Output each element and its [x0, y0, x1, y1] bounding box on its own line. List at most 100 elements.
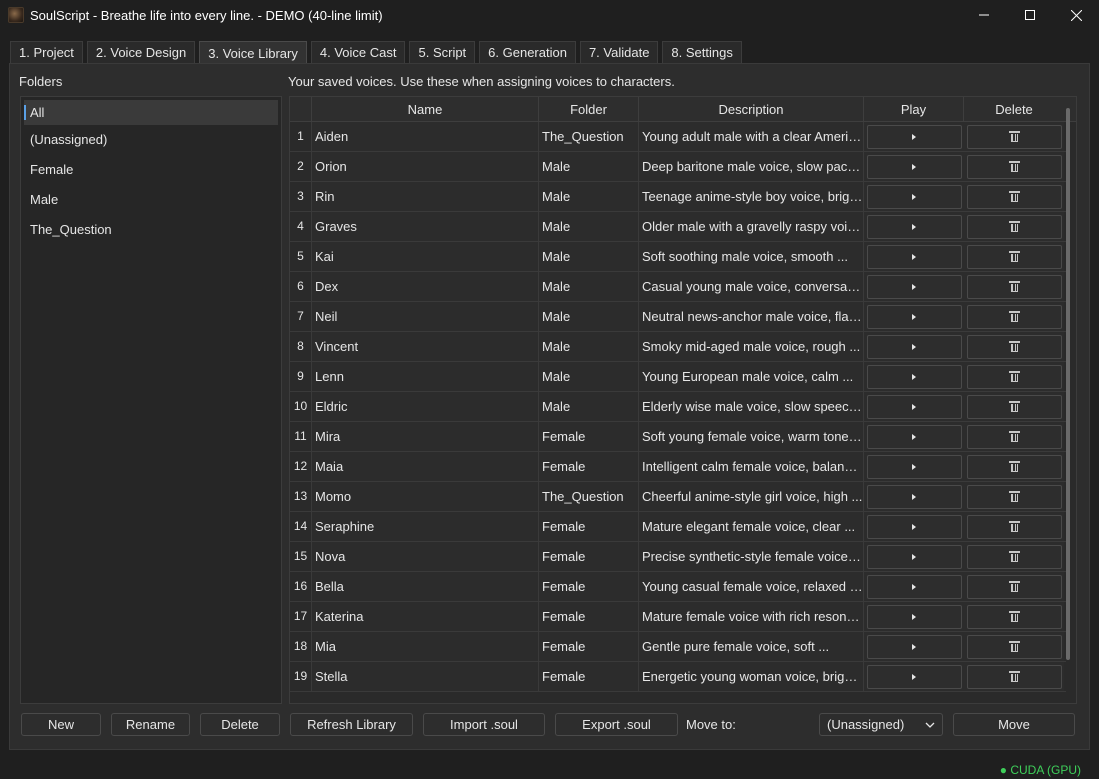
delete-voice-button[interactable] [966, 634, 1062, 659]
voice-name: Orion [312, 152, 539, 181]
table-scrollbar[interactable] [1066, 108, 1070, 660]
voice-name: Bella [312, 572, 539, 601]
delete-voice-button[interactable] [966, 304, 1062, 329]
tab-validate[interactable]: 7. Validate [579, 41, 659, 63]
status-bar: ● CUDA (GPU) [0, 760, 1099, 779]
delete-folder-button[interactable]: Delete [200, 713, 280, 736]
table-row[interactable]: 6 Dex Male Casual young male voice, convers… [290, 272, 1066, 302]
import-soul-button[interactable]: Import .soul [423, 713, 545, 736]
header-play[interactable]: Play [864, 97, 964, 122]
delete-voice-button[interactable] [966, 364, 1062, 389]
header-folder[interactable]: Folder [539, 97, 639, 122]
rename-folder-button[interactable]: Rename [111, 713, 190, 736]
delete-voice-button[interactable] [966, 214, 1062, 239]
folder-item-male[interactable]: Male [21, 185, 281, 215]
delete-voice-button[interactable] [966, 574, 1062, 599]
table-row[interactable]: 18 Mia Female Gentle pure female voice, sof… [290, 632, 1066, 662]
voice-folder: Female [539, 542, 639, 571]
play-button[interactable] [866, 424, 962, 449]
header-delete[interactable]: Delete [964, 97, 1064, 122]
table-row[interactable]: 13 Momo The_Question Cheerful anime-style g… [290, 482, 1066, 512]
row-number: 7 [290, 302, 312, 331]
play-icon [912, 673, 916, 680]
delete-voice-button[interactable] [966, 454, 1062, 479]
delete-voice-button[interactable] [966, 514, 1062, 539]
delete-voice-button[interactable] [966, 544, 1062, 569]
table-row[interactable]: 10 Eldric Male Elderly wise male voice, slo… [290, 392, 1066, 422]
play-button[interactable] [866, 334, 962, 359]
table-row[interactable]: 15 Nova Female Precise synthetic-style fema… [290, 542, 1066, 572]
table-row[interactable]: 7 Neil Male Neutral news-anchor male voice,… [290, 302, 1066, 332]
table-row[interactable]: 3 Rin Male Teenage anime-style boy voice, b… [290, 182, 1066, 212]
delete-voice-button[interactable] [966, 424, 1062, 449]
export-soul-button[interactable]: Export .soul [555, 713, 678, 736]
delete-voice-button[interactable] [966, 394, 1062, 419]
table-row[interactable]: 16 Bella Female Young casual female voice, … [290, 572, 1066, 602]
tab-voice-library[interactable]: 3. Voice Library [199, 41, 307, 64]
table-row[interactable]: 4 Graves Male Older male with a gravelly ra… [290, 212, 1066, 242]
tab-generation[interactable]: 6. Generation [479, 41, 576, 63]
delete-voice-button[interactable] [966, 334, 1062, 359]
play-button[interactable] [866, 124, 962, 149]
play-cell [864, 362, 964, 391]
play-button[interactable] [866, 304, 962, 329]
table-row[interactable]: 9 Lenn Male Young European male voice, calm… [290, 362, 1066, 392]
play-button[interactable] [866, 184, 962, 209]
play-button[interactable] [866, 274, 962, 299]
delete-voice-button[interactable] [966, 274, 1062, 299]
maximize-icon[interactable] [1007, 0, 1053, 30]
table-row[interactable]: 2 Orion Male Deep baritone male voice, slow… [290, 152, 1066, 182]
play-button[interactable] [866, 454, 962, 479]
play-button[interactable] [866, 664, 962, 689]
delete-voice-button[interactable] [966, 484, 1062, 509]
tab-voice-design[interactable]: 2. Voice Design [86, 41, 196, 63]
folder-item-all[interactable]: All [24, 100, 278, 125]
play-button[interactable] [866, 364, 962, 389]
header-description[interactable]: Description [639, 97, 864, 122]
play-button[interactable] [866, 244, 962, 269]
trash-icon [1008, 521, 1020, 532]
table-row[interactable]: 17 Katerina Female Mature female voice with… [290, 602, 1066, 632]
delete-voice-button[interactable] [966, 664, 1062, 689]
play-button[interactable] [866, 514, 962, 539]
play-button[interactable] [866, 154, 962, 179]
table-row[interactable]: 14 Seraphine Female Mature elegant female v… [290, 512, 1066, 542]
delete-voice-button[interactable] [966, 154, 1062, 179]
tab-voice-cast[interactable]: 4. Voice Cast [310, 41, 406, 63]
header-name[interactable]: Name [312, 97, 539, 122]
table-row[interactable]: 5 Kai Male Soft soothing male voice, smooth… [290, 242, 1066, 272]
refresh-library-button[interactable]: Refresh Library [290, 713, 413, 736]
folder-item-unassigned[interactable]: (Unassigned) [21, 125, 281, 155]
play-button[interactable] [866, 634, 962, 659]
delete-voice-button[interactable] [966, 244, 1062, 269]
tab-script[interactable]: 5. Script [409, 41, 476, 63]
play-icon [912, 373, 916, 380]
play-button[interactable] [866, 544, 962, 569]
folder-item-female[interactable]: Female [21, 155, 281, 185]
new-folder-button[interactable]: New [21, 713, 101, 736]
table-row[interactable]: 12 Maia Female Intelligent calm female voic… [290, 452, 1066, 482]
minimize-icon[interactable] [961, 0, 1007, 30]
play-button[interactable] [866, 484, 962, 509]
delete-voice-button[interactable] [966, 604, 1062, 629]
play-button[interactable] [866, 214, 962, 239]
table-row[interactable]: 8 Vincent Male Smoky mid-aged male voice, r… [290, 332, 1066, 362]
delete-voice-button[interactable] [966, 184, 1062, 209]
play-button[interactable] [866, 604, 962, 629]
table-row[interactable]: 11 Mira Female Soft young female voice, war… [290, 422, 1066, 452]
play-icon [912, 313, 916, 320]
tab-settings[interactable]: 8. Settings [662, 41, 742, 63]
delete-cell [964, 332, 1064, 361]
table-row[interactable]: 1 Aiden The_Question Young adult male with … [290, 122, 1066, 152]
table-row[interactable]: 19 Stella Female Energetic young woman voic… [290, 662, 1066, 692]
folder-item-the-question[interactable]: The_Question [21, 215, 281, 245]
play-button[interactable] [866, 394, 962, 419]
close-icon[interactable] [1053, 0, 1099, 30]
voice-description: Mature elegant female voice, clear ... [639, 512, 864, 541]
move-button[interactable]: Move [953, 713, 1075, 736]
delete-voice-button[interactable] [966, 124, 1062, 149]
play-cell [864, 242, 964, 271]
move-target-select[interactable]: (Unassigned) [819, 713, 943, 736]
tab-project[interactable]: 1. Project [10, 41, 83, 63]
play-button[interactable] [866, 574, 962, 599]
